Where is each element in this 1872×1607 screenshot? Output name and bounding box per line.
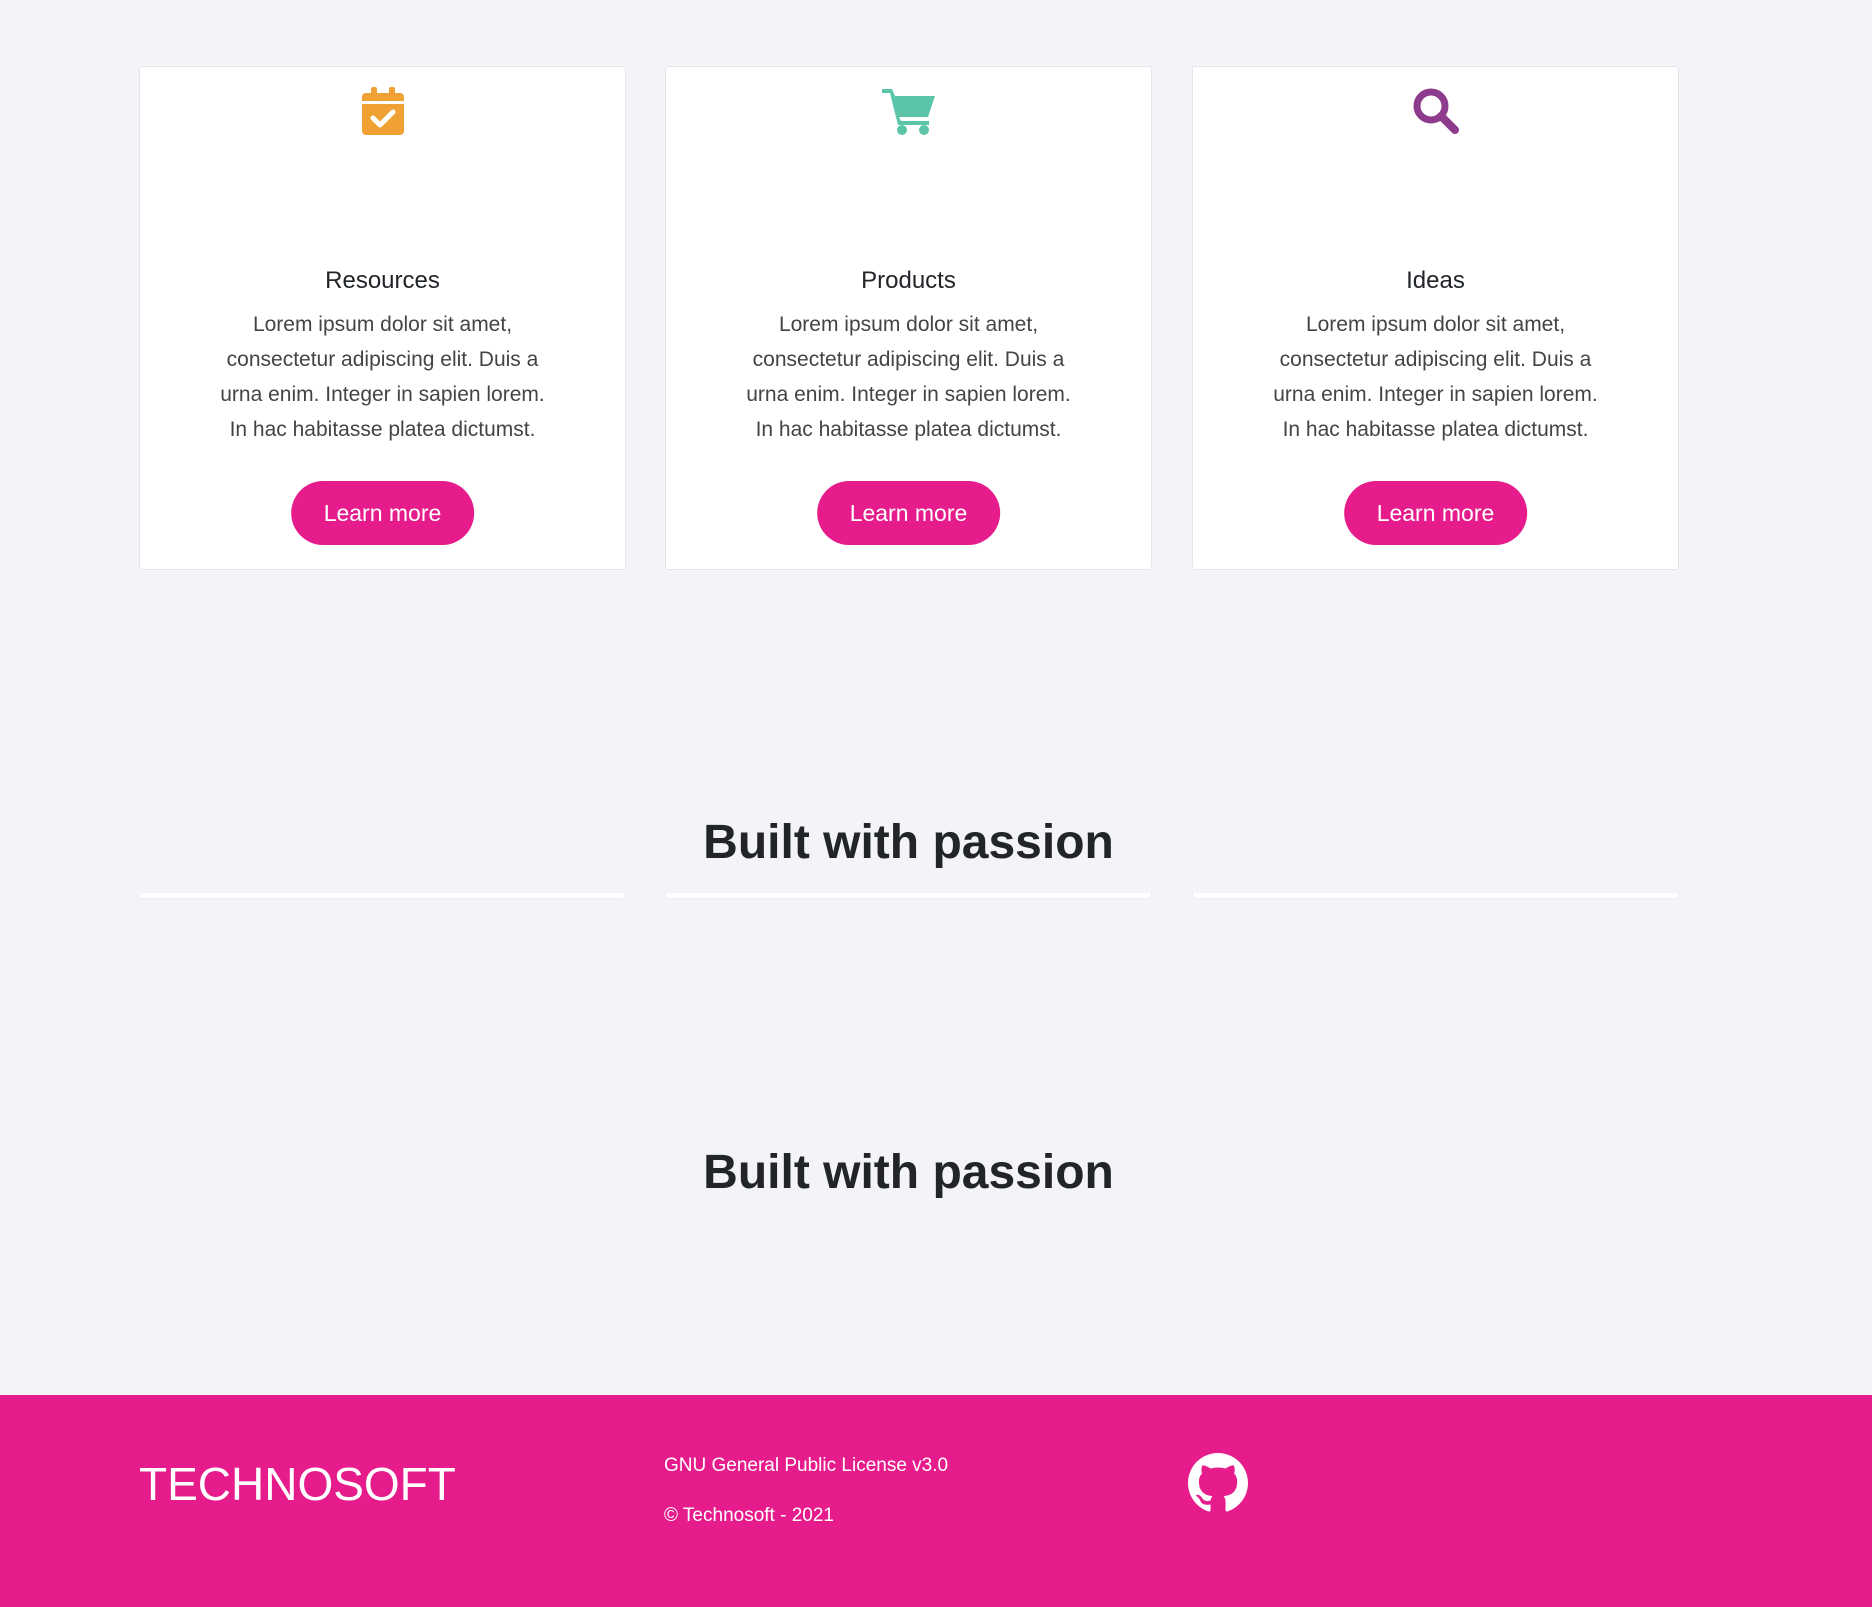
learn-more-button[interactable]: Learn more <box>1343 481 1528 545</box>
card-title: Ideas <box>1406 267 1465 294</box>
card-strip <box>665 893 1152 899</box>
footer-brand: TECHNOSOFT <box>139 1458 456 1510</box>
card-products: Products Lorem ipsum dolor sit amet, con… <box>665 66 1152 570</box>
card-title: Resources <box>325 267 440 294</box>
card-resources: Resources Lorem ipsum dolor sit amet, co… <box>139 66 626 570</box>
card-strip <box>139 893 626 899</box>
section-heading: Built with passion <box>703 1146 1114 1199</box>
calendar-check-icon <box>140 87 625 143</box>
card-title: Products <box>861 267 956 294</box>
github-icon[interactable] <box>1188 1453 1248 1513</box>
search-icon <box>1193 87 1678 143</box>
license-link[interactable]: GNU General Public License v3.0 <box>664 1455 948 1477</box>
copyright-text: © Technosoft - 2021 <box>664 1505 834 1526</box>
site-footer: TECHNOSOFT GNU General Public License v3… <box>0 1395 1872 1607</box>
learn-more-button[interactable]: Learn more <box>290 481 475 545</box>
shopping-cart-icon <box>666 87 1151 143</box>
card-strip <box>1192 893 1679 899</box>
section-heading: Built with passion <box>703 816 1114 869</box>
card-description: Lorem ipsum dolor sit amet, consectetur … <box>220 313 545 441</box>
card-ideas: Ideas Lorem ipsum dolor sit amet, consec… <box>1192 66 1679 570</box>
learn-more-button[interactable]: Learn more <box>816 481 1001 545</box>
feature-cards: Resources Lorem ipsum dolor sit amet, co… <box>139 66 1679 570</box>
card-description: Lorem ipsum dolor sit amet, consectetur … <box>1273 313 1598 441</box>
card-description: Lorem ipsum dolor sit amet, consectetur … <box>746 313 1071 441</box>
